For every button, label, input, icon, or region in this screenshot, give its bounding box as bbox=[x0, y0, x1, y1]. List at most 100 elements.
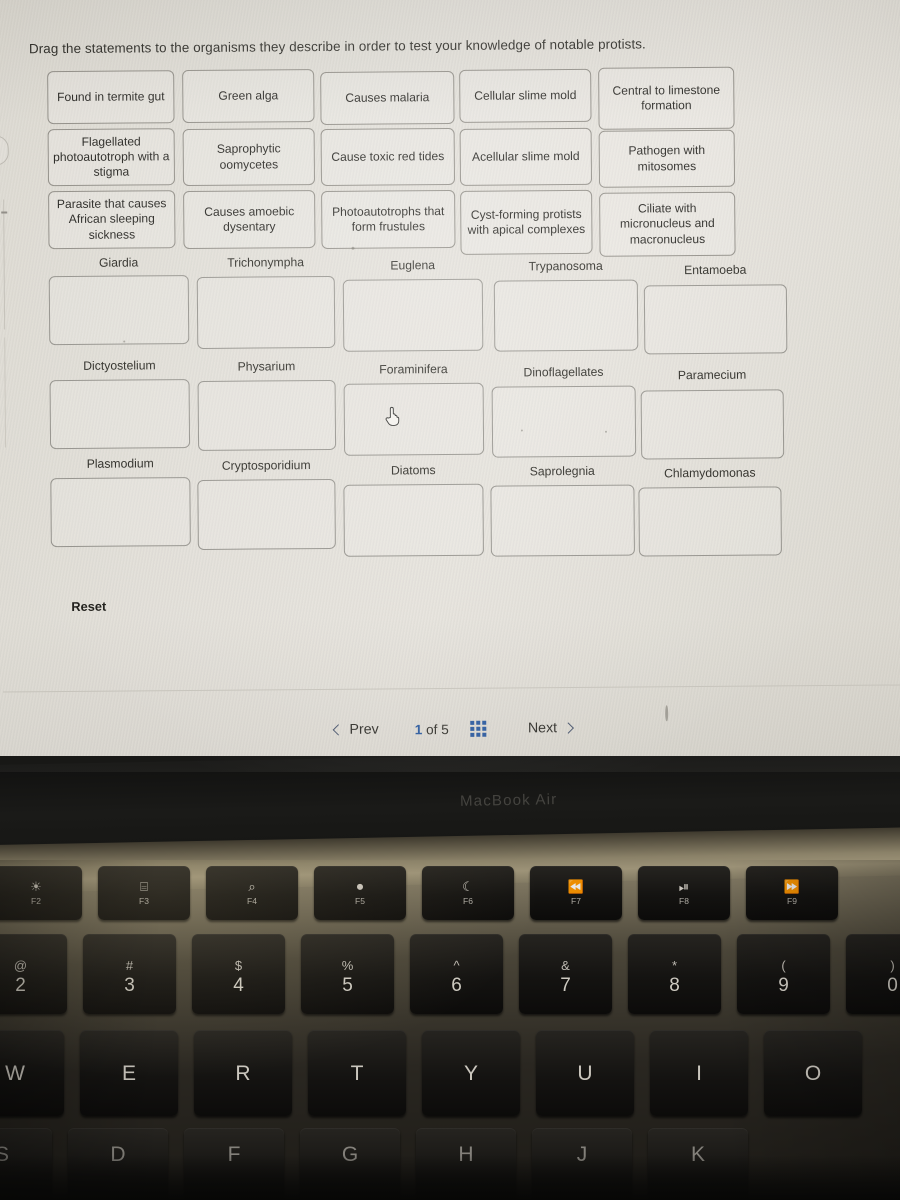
grid-view-icon[interactable] bbox=[470, 721, 486, 737]
statement-card[interactable]: Saprophytic oomycetes bbox=[182, 128, 316, 187]
content-divider bbox=[2, 684, 900, 693]
statement-card[interactable]: Found in termite gut bbox=[47, 70, 175, 125]
drop-zone[interactable] bbox=[342, 278, 484, 352]
key-primary-glyph: 8 bbox=[669, 975, 680, 996]
key-4[interactable]: $4 bbox=[192, 934, 285, 1014]
reset-button[interactable]: Reset bbox=[68, 597, 109, 616]
organism-drop-zone-grid: Giardia Trichonympha Euglena Trypanosoma Ent… bbox=[0, 0, 898, 557]
drop-zone[interactable] bbox=[50, 477, 191, 548]
organism-label: Dinoflagellates bbox=[523, 364, 604, 380]
drop-zone[interactable] bbox=[197, 379, 337, 451]
drop-zone[interactable] bbox=[49, 379, 191, 450]
key-6[interactable]: ^ 6 bbox=[410, 934, 503, 1014]
drop-zone[interactable] bbox=[491, 385, 637, 458]
prev-button[interactable]: Prev bbox=[328, 718, 384, 742]
laptop-screen: Drag the statements to the organisms the… bbox=[0, 0, 900, 772]
organism-label: Saprolegnia bbox=[529, 463, 595, 479]
chevron-right-icon bbox=[562, 722, 574, 734]
key-j[interactable]: J bbox=[532, 1128, 632, 1200]
key-f8[interactable]: ⏯ F8 bbox=[638, 866, 730, 920]
key-shift-glyph: * bbox=[671, 958, 678, 973]
key-0[interactable]: ) 0 bbox=[846, 934, 900, 1014]
drop-zone[interactable] bbox=[196, 275, 336, 349]
organism-label: Diatoms bbox=[390, 463, 436, 478]
spotlight-search-icon: ⌕ bbox=[248, 879, 256, 895]
key-shift-glyph: ) bbox=[890, 958, 895, 973]
key-y[interactable]: Y bbox=[422, 1030, 520, 1116]
key-e[interactable]: E bbox=[80, 1030, 178, 1116]
prev-label: Prev bbox=[349, 721, 379, 738]
key-f7[interactable]: ⏪ F7 bbox=[530, 866, 622, 920]
drop-zone[interactable] bbox=[638, 486, 782, 557]
key-r[interactable]: R bbox=[194, 1030, 292, 1116]
key-f6[interactable]: ☾ F6 bbox=[422, 866, 514, 920]
drop-zone[interactable] bbox=[48, 275, 190, 346]
key-shift-glyph: & bbox=[561, 958, 570, 973]
statement-card[interactable]: Causes amoebic dysentary bbox=[183, 190, 316, 250]
rewind-icon: ⏪ bbox=[567, 879, 585, 895]
statement-card[interactable]: Causes malaria bbox=[320, 70, 455, 126]
key-primary-glyph: 4 bbox=[233, 975, 244, 996]
drop-zone[interactable] bbox=[197, 478, 336, 550]
screen-speck bbox=[520, 429, 523, 432]
statement-card[interactable]: Cyst-forming protists with apical comple… bbox=[460, 189, 593, 255]
organism-label: Trichonympha bbox=[227, 255, 305, 270]
key-primary-glyph: O bbox=[804, 1061, 822, 1085]
key-5[interactable]: % 5 bbox=[301, 934, 394, 1014]
key-o[interactable]: O bbox=[764, 1030, 862, 1116]
current-page-number: 1 bbox=[414, 721, 423, 737]
key-h[interactable]: H bbox=[416, 1128, 516, 1200]
drop-zone[interactable] bbox=[493, 279, 639, 352]
key-f5[interactable]: ⏺ F5 bbox=[314, 866, 406, 920]
drop-zone[interactable] bbox=[640, 389, 785, 460]
drop-zone[interactable] bbox=[490, 484, 635, 557]
key-f3[interactable]: ⌸ F3 bbox=[98, 866, 190, 920]
key-f2[interactable]: ☀ F2 bbox=[0, 866, 82, 920]
drop-zone[interactable] bbox=[343, 382, 485, 456]
drop-zone[interactable] bbox=[643, 284, 788, 355]
statement-card[interactable]: Parasite that causes African sleeping si… bbox=[48, 190, 176, 250]
key-primary-glyph: 7 bbox=[560, 975, 571, 996]
number-key-row: @2 #3 $4% 5 ^ 6 & 7 * 8(9) 0 bbox=[0, 934, 900, 1014]
organism-label: Trypanosoma bbox=[528, 258, 603, 274]
key-3[interactable]: #3 bbox=[83, 934, 176, 1014]
statement-card[interactable]: Flagellated photoautotroph with a stigma bbox=[47, 128, 176, 187]
key-u[interactable]: U bbox=[536, 1030, 634, 1116]
statement-card[interactable]: Green alga bbox=[182, 69, 315, 124]
key-k[interactable]: K bbox=[648, 1128, 748, 1200]
key-g[interactable]: G bbox=[300, 1128, 400, 1200]
left-edge-divider-lower bbox=[4, 337, 7, 448]
statement-card[interactable]: Ciliate with micronucleus and macronucle… bbox=[599, 191, 736, 257]
organism-label: Plasmodium bbox=[86, 456, 154, 471]
statement-bank: Found in termite gut Green alga Causes mal… bbox=[47, 66, 736, 257]
key-s[interactable]: S bbox=[0, 1128, 52, 1200]
screen-speck bbox=[604, 430, 607, 433]
key-t[interactable]: T bbox=[308, 1030, 406, 1116]
pointing-hand-cursor bbox=[385, 406, 400, 426]
page-counter: 1 of 5 bbox=[415, 722, 449, 737]
key-f9[interactable]: ⏩ F9 bbox=[746, 866, 838, 920]
key-9[interactable]: (9 bbox=[737, 934, 830, 1014]
statement-card[interactable]: Central to limestone formation bbox=[598, 66, 735, 130]
statement-card[interactable]: Cellular slime mold bbox=[459, 68, 592, 123]
key-primary-glyph: 5 bbox=[342, 975, 353, 996]
next-button[interactable]: Next bbox=[522, 716, 578, 740]
mission-control-icon: ⌸ bbox=[140, 879, 148, 895]
brightness-up-icon: ☀ bbox=[30, 879, 42, 895]
dictation-mic-icon: ⏺ bbox=[356, 879, 364, 895]
key-w[interactable]: W bbox=[0, 1030, 64, 1116]
next-label: Next bbox=[527, 720, 558, 737]
drop-zone[interactable] bbox=[343, 483, 484, 557]
key-i[interactable]: I bbox=[650, 1030, 748, 1116]
key-label: F2 bbox=[31, 896, 41, 907]
key-d[interactable]: D bbox=[68, 1128, 168, 1200]
statement-card[interactable]: Pathogen with mitosomes bbox=[598, 129, 736, 188]
key-f[interactable]: F bbox=[184, 1128, 284, 1200]
statement-card[interactable]: Acellular slime mold bbox=[459, 127, 593, 186]
key-7[interactable]: & 7 bbox=[519, 934, 612, 1014]
key-8[interactable]: * 8 bbox=[628, 934, 721, 1014]
key-2[interactable]: @2 bbox=[0, 934, 67, 1014]
statement-card[interactable]: Cause toxic red tides bbox=[320, 127, 456, 187]
key-f4[interactable]: ⌕ F4 bbox=[206, 866, 298, 920]
statement-card[interactable]: Photoautotrophs that form frustules bbox=[321, 189, 456, 250]
